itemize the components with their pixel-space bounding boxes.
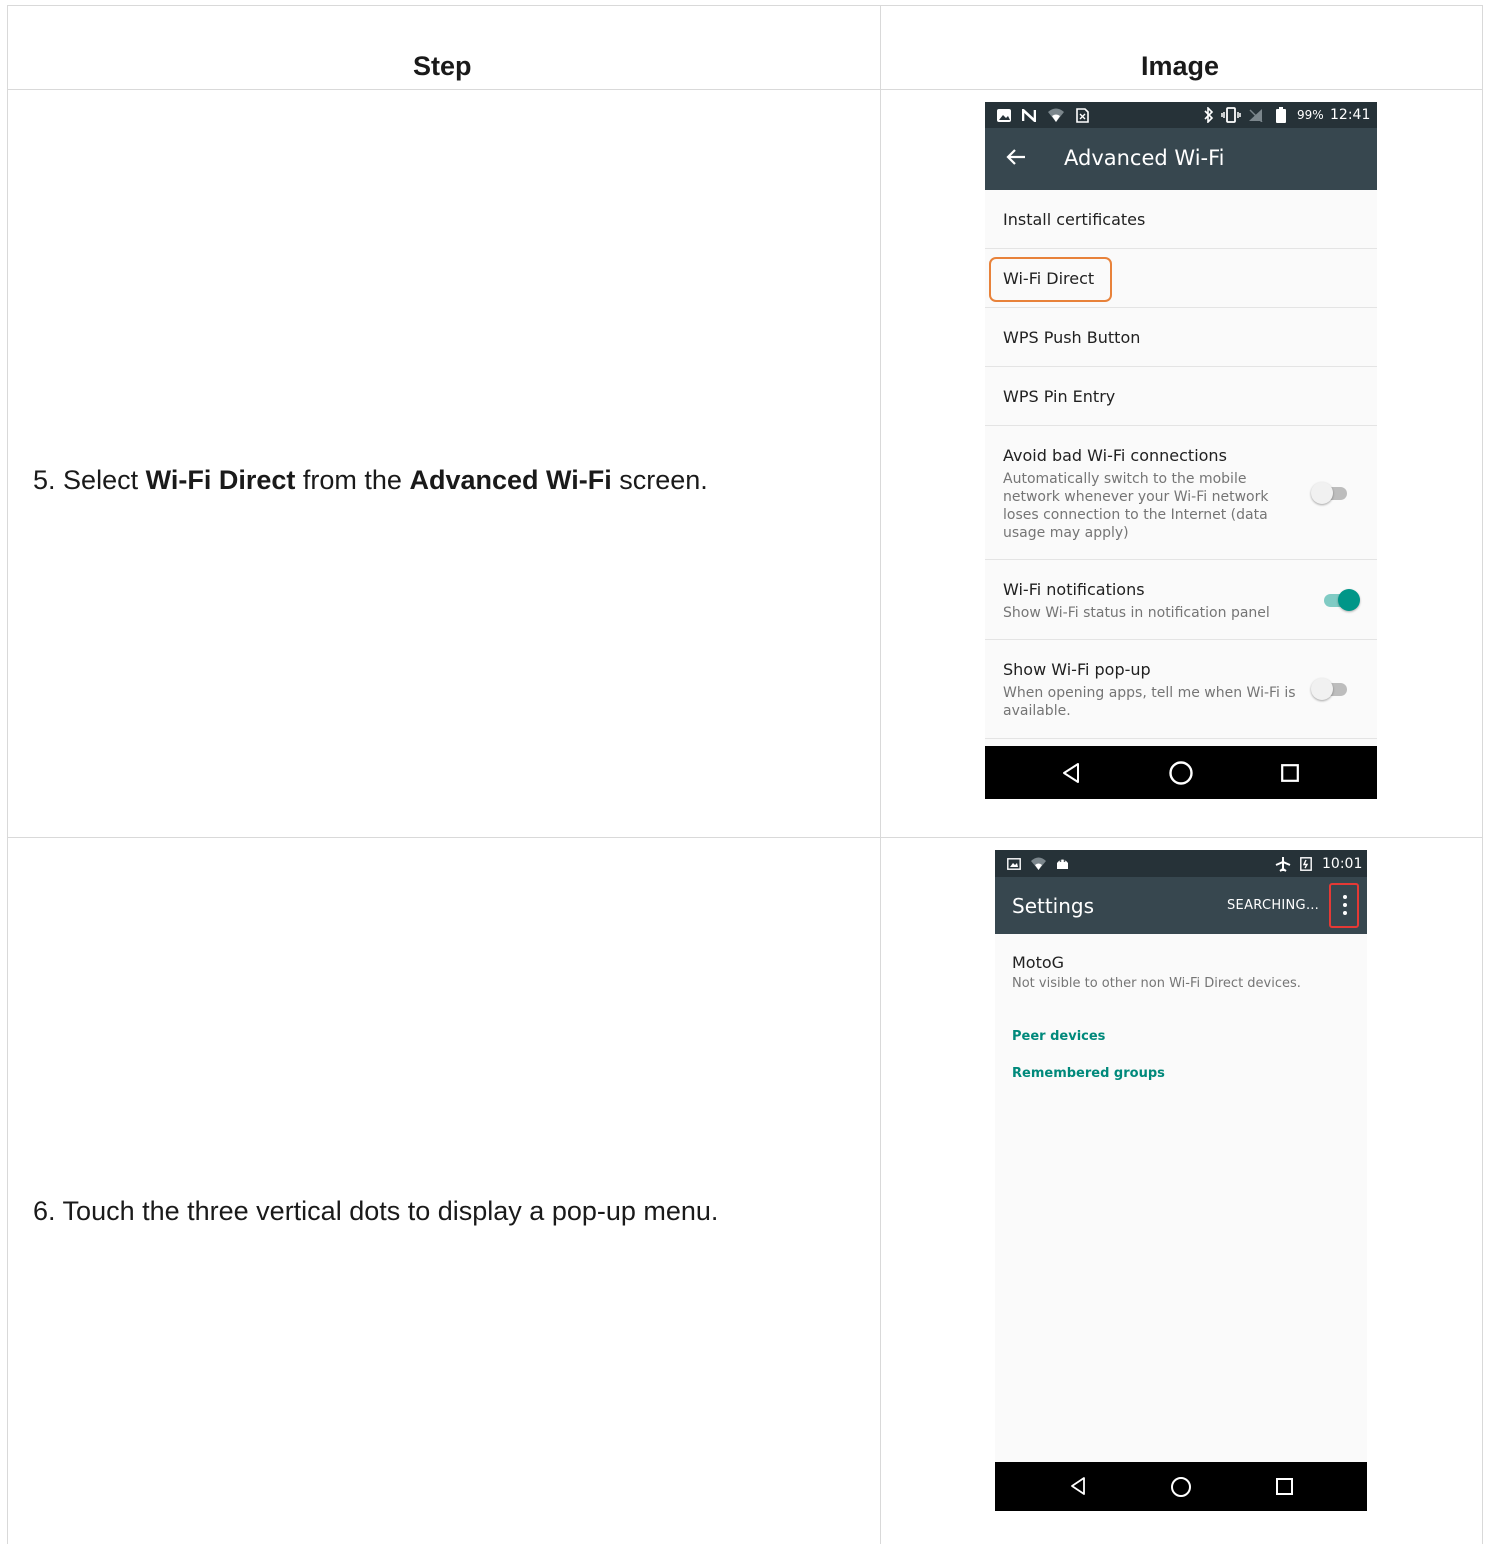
gallery-notification-icon [997,109,1011,122]
nfc-icon [1022,109,1036,122]
list-item-label: WPS Push Button [1003,328,1141,347]
list-item-wps-push-button[interactable]: WPS Push Button [985,308,1377,367]
status-bar: 99% 12:41 [985,102,1377,128]
vibrate-icon [1221,107,1241,123]
wifi-direct-highlight-box [989,257,1112,302]
step-6-text: 6. Touch the three vertical dots to disp… [33,1196,718,1227]
wifi-icon [1048,108,1064,122]
menu-dot-icon [1343,911,1347,915]
table-border-left [7,5,8,1544]
list-item-label: Wi-Fi notifications [1003,580,1145,599]
list-item-label: Install certificates [1003,210,1146,229]
step-6-body: Touch the three vertical dots to display… [62,1196,719,1226]
device-visibility: Not visible to other non Wi-Fi Direct de… [1012,976,1301,991]
wifi-notifications-toggle[interactable] [1320,588,1360,612]
status-time: 12:41 [1330,107,1371,123]
app-bar-title: Settings [1012,894,1095,918]
status-bar: 10:01 [995,850,1367,877]
list-item-summary-line: Automatically switch to the mobile [1003,471,1247,487]
list-item-label: Avoid bad Wi-Fi connections [1003,446,1227,465]
list-item-wps-pin-entry[interactable]: WPS Pin Entry [985,367,1377,426]
nav-back-icon[interactable] [1061,762,1081,784]
app-bar: Advanced Wi-Fi [985,128,1377,190]
list-item-wifi-notifications[interactable]: Wi-Fi notifications Show Wi-Fi status in… [985,560,1377,640]
nav-home-icon[interactable] [1170,1476,1192,1498]
device-info[interactable]: MotoG Not visible to other non Wi-Fi Dir… [995,934,1367,1000]
sim-icon [1076,108,1089,123]
navigation-bar [985,746,1377,799]
wifi-icon [1031,857,1046,870]
android-icon [1057,859,1068,869]
step-6-number: 6. [33,1196,56,1226]
step-5-text: 5. Select Wi-Fi Direct from the Advanced… [33,465,708,496]
gallery-notification-icon [1007,858,1021,870]
overflow-menu-button[interactable] [1329,883,1359,928]
list-item-summary-line: available. [1003,703,1071,719]
section-peer-devices: Peer devices [1012,1029,1106,1044]
menu-dot-icon [1343,895,1347,899]
list-item-show-wifi-popup[interactable]: Show Wi-Fi pop-up When opening apps, tel… [985,640,1377,739]
nav-recents-icon[interactable] [1276,1478,1293,1495]
menu-dot-icon [1343,903,1347,907]
list-item-summary-line: loses connection to the Internet (data [1003,507,1268,523]
step-5-part-5: screen. [619,465,708,495]
bluetooth-icon [1204,107,1214,123]
step-5-part-4: Advanced Wi-Fi [409,465,612,495]
airplane-icon [1275,857,1291,872]
screenshot-advanced-wifi: 99% 12:41 Advanced Wi-Fi Install certifi… [985,102,1377,799]
battery-percent: 99% [1297,108,1324,122]
table-row-divider [7,837,1483,838]
list-item-avoid-bad-connections[interactable]: Avoid bad Wi-Fi connections Automaticall… [985,426,1377,560]
header-step: Step [413,51,472,81]
nav-back-icon[interactable] [1069,1476,1087,1496]
searching-action[interactable]: SEARCHING… [1227,898,1319,913]
screenshot-wifi-direct-settings: 10:01 Settings SEARCHING… MotoG Not visi… [995,850,1367,1511]
back-arrow-icon[interactable] [1005,146,1027,168]
table-border-top [7,5,1483,6]
list-item-install-certificates[interactable]: Install certificates [985,190,1377,249]
table-column-divider [880,5,881,1544]
nav-home-icon[interactable] [1168,760,1194,786]
header-image: Image [1141,51,1220,81]
app-bar: Settings SEARCHING… [995,877,1367,934]
list-item-summary-line: Show Wi-Fi status in notification panel [1003,605,1270,621]
battery-charging-icon [1300,857,1312,871]
device-name: MotoG [1012,953,1065,972]
list-item-summary-line: When opening apps, tell me when Wi-Fi is [1003,685,1296,701]
step-5-part-1: Select [63,465,139,495]
step-5-number: 5. [33,465,56,495]
navigation-bar [995,1462,1367,1511]
app-bar-title: Advanced Wi-Fi [1064,146,1225,170]
list-item-summary-line: network whenever your Wi-Fi network [1003,489,1269,505]
table-header-divider [7,89,1483,90]
list-item-label: Show Wi-Fi pop-up [1003,660,1151,679]
status-time: 10:01 [1322,856,1363,872]
list-item-summary-line: usage may apply) [1003,525,1129,541]
no-signal-icon [1249,109,1263,122]
step-5-part-2: Wi-Fi Direct [145,465,296,495]
section-remembered-groups: Remembered groups [1012,1066,1165,1081]
table-border-right [1482,5,1483,1544]
step-5-part-3: from the [302,465,402,495]
list-item-label: WPS Pin Entry [1003,387,1116,406]
show-wifi-popup-toggle[interactable] [1311,677,1351,701]
nav-recents-icon[interactable] [1281,764,1299,782]
battery-icon [1276,107,1286,123]
avoid-bad-connections-toggle[interactable] [1311,481,1351,505]
